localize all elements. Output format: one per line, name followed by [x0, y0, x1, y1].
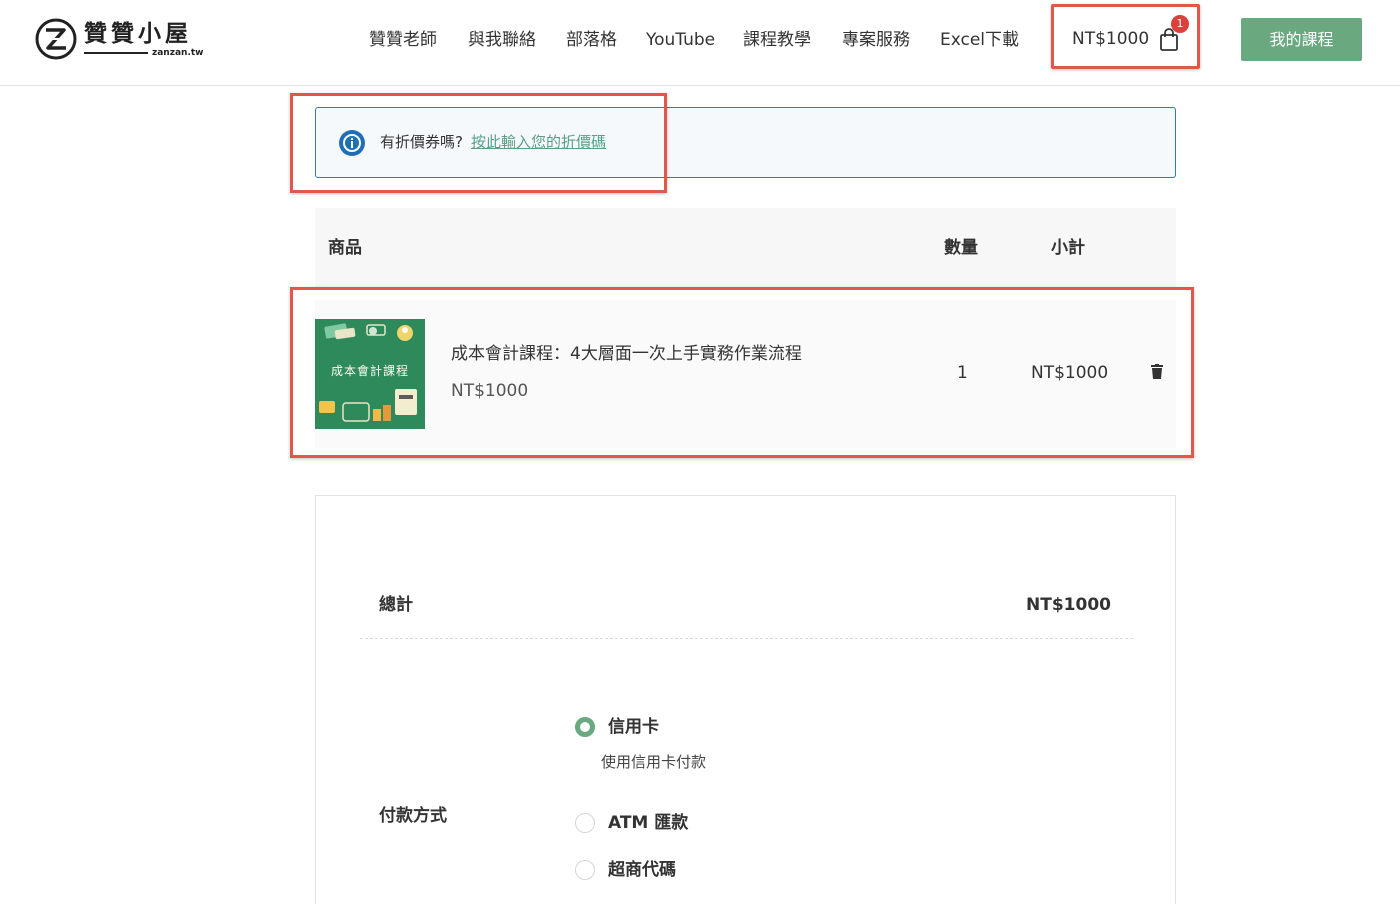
payment-method-label: 付款方式	[379, 806, 447, 826]
payment-option-atm[interactable]: ATM 匯款	[608, 812, 688, 834]
nav-item-services[interactable]: 專案服務	[842, 28, 910, 52]
header-product: 商品	[328, 238, 362, 258]
cart-amount: NT$1000	[1072, 29, 1150, 49]
nav-item-excel-download[interactable]: Excel下載	[940, 28, 1019, 52]
total-value: NT$1000	[1026, 595, 1111, 615]
cart-count-badge: 1	[1171, 15, 1189, 33]
nav-item-teacher[interactable]: 贊贊老師	[369, 28, 437, 52]
site-header: 贊贊小屋 zanzan.tw 贊贊老師 與我聯絡 部落格 YouTube 課程教…	[0, 0, 1400, 86]
highlight-frame-cart-item	[290, 287, 1194, 458]
summary-divider	[360, 638, 1133, 639]
cart-table-header: 商品 數量 小計	[315, 208, 1176, 288]
radio-credit-card[interactable]	[575, 717, 595, 737]
my-courses-button[interactable]: 我的課程	[1241, 18, 1362, 61]
header-subtotal: 小計	[1051, 238, 1085, 258]
payment-option-credit-card-desc: 使用信用卡付款	[601, 753, 707, 771]
logo-z-icon	[34, 17, 78, 61]
highlight-frame-coupon	[290, 93, 667, 193]
payment-option-convenience-store[interactable]: 超商代碼	[608, 859, 676, 881]
logo-title: 贊贊小屋	[84, 20, 192, 47]
payment-option-credit-card[interactable]: 信用卡	[608, 716, 659, 738]
header-quantity: 數量	[944, 238, 978, 258]
nav-item-blog[interactable]: 部落格	[566, 28, 617, 52]
nav-item-youtube[interactable]: YouTube	[646, 28, 715, 52]
radio-convenience-store[interactable]	[575, 860, 595, 880]
nav-item-contact[interactable]: 與我聯絡	[468, 28, 536, 52]
radio-atm-transfer[interactable]	[575, 813, 595, 833]
total-label: 總計	[379, 595, 413, 615]
header-cart[interactable]: NT$1000 1	[1051, 4, 1200, 69]
nav-item-courses[interactable]: 課程教學	[743, 28, 811, 52]
order-summary: 總計 NT$1000 付款方式 信用卡 使用信用卡付款 ATM 匯款 超商代碼	[315, 495, 1176, 904]
logo-subtitle: zanzan.tw	[152, 47, 204, 58]
site-logo[interactable]: 贊贊小屋 zanzan.tw	[34, 16, 203, 62]
